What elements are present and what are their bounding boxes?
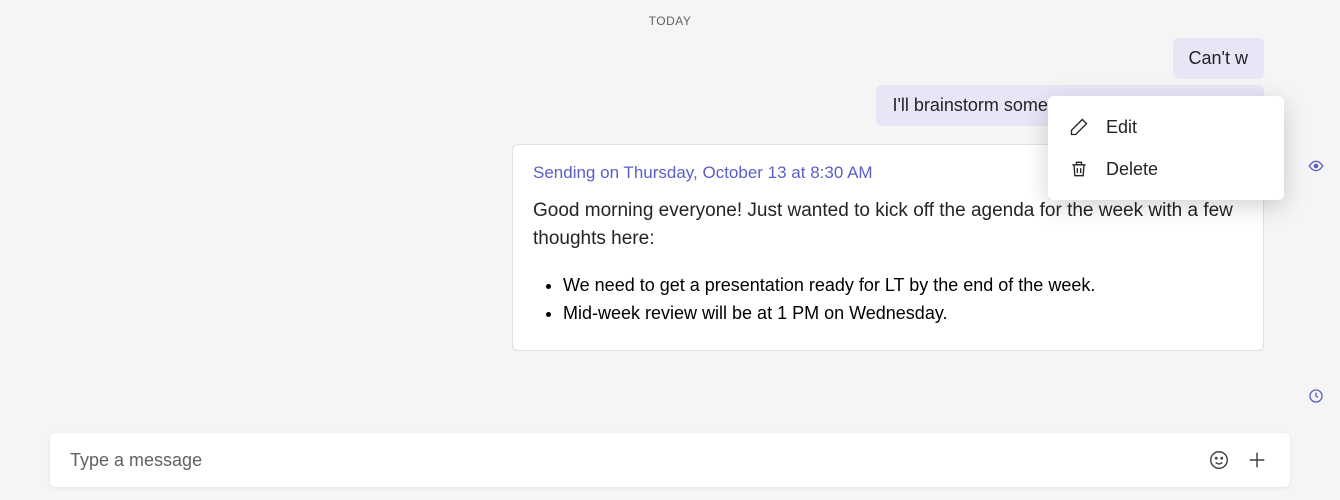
edit-menu-item[interactable]: Edit xyxy=(1048,106,1284,148)
emoji-icon[interactable] xyxy=(1206,447,1232,473)
scheduled-body-text: Good morning everyone! Just wanted to ki… xyxy=(533,197,1243,252)
messages-area: Can't w I'll brainstorm some icebreakers… xyxy=(0,38,1340,351)
scheduled-clock-icon xyxy=(1308,388,1324,404)
delete-label: Delete xyxy=(1106,159,1158,180)
delete-menu-item[interactable]: Delete xyxy=(1048,148,1284,190)
pencil-icon xyxy=(1068,116,1090,138)
message-input[interactable] xyxy=(70,450,1194,471)
compose-bar xyxy=(50,433,1290,487)
outgoing-message-1[interactable]: Can't w xyxy=(1173,38,1264,79)
edit-label: Edit xyxy=(1106,117,1137,138)
context-menu: Edit Delete xyxy=(1048,96,1284,200)
trash-icon xyxy=(1068,158,1090,180)
bullet-item: We need to get a presentation ready for … xyxy=(563,272,1243,300)
plus-icon[interactable] xyxy=(1244,447,1270,473)
bullet-item: Mid-week review will be at 1 PM on Wedne… xyxy=(563,300,1243,328)
message-row: Can't w xyxy=(0,38,1300,79)
date-divider: TODAY xyxy=(0,0,1340,38)
scheduled-bullet-list: We need to get a presentation ready for … xyxy=(533,272,1243,328)
read-receipt-icon xyxy=(1308,158,1324,174)
